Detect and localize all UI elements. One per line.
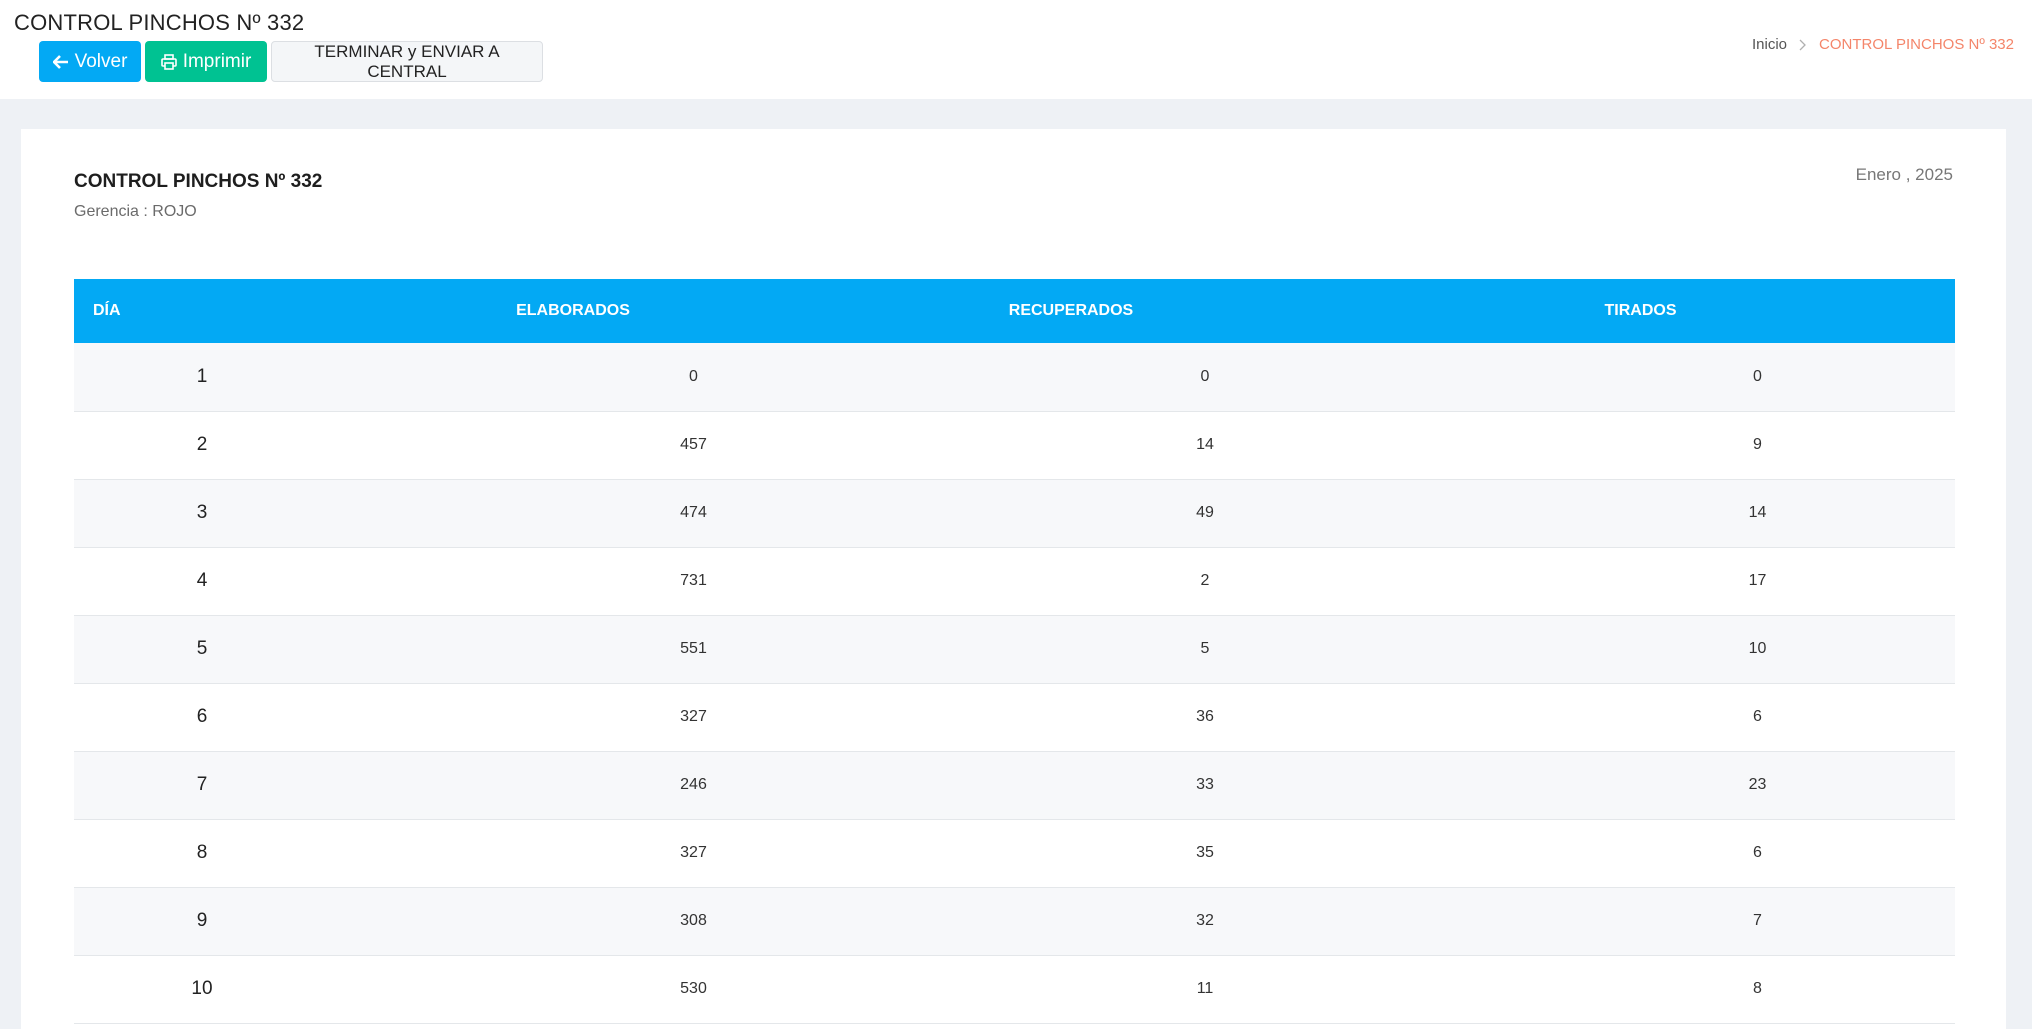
breadcrumb: Inicio CONTROL PINCHOS Nº 332 xyxy=(1752,36,2014,53)
cell-recuperados: 11 xyxy=(816,955,1326,1024)
back-button-label: Volver xyxy=(74,50,128,72)
action-buttons: Volver Imprimir TERMINAR y ENVIAR A CENT… xyxy=(39,41,543,82)
cell-day: 9 xyxy=(74,887,330,956)
cell-tirados: 7 xyxy=(1326,887,1955,956)
cell-day: 4 xyxy=(74,547,330,616)
cell-tirados: 0 xyxy=(1326,343,1955,412)
top-bar: CONTROL PINCHOS Nº 332 Volver Imprimir T… xyxy=(0,0,2032,99)
finish-and-send-button[interactable]: TERMINAR y ENVIAR A CENTRAL xyxy=(271,41,543,82)
cell-elaborados: 0 xyxy=(330,343,816,412)
cell-elaborados: 308 xyxy=(330,887,816,956)
cell-recuperados: 49 xyxy=(816,479,1326,548)
cell-elaborados: 551 xyxy=(330,615,816,684)
arrow-left-icon xyxy=(52,54,69,70)
cell-recuperados: 0 xyxy=(816,343,1326,412)
cell-recuperados: 2 xyxy=(816,547,1326,616)
print-button-label: Imprimir xyxy=(182,50,252,72)
table-row: 8 327 35 6 xyxy=(74,819,1955,888)
chevron-right-icon xyxy=(1799,39,1807,51)
report-subtitle: Gerencia : ROJO xyxy=(74,203,197,220)
table-row: 4 731 2 17 xyxy=(74,547,1955,616)
table-row: 2 457 14 9 xyxy=(74,411,1955,480)
cell-tirados: 8 xyxy=(1326,955,1955,1024)
cell-recuperados: 5 xyxy=(816,615,1326,684)
column-header-recuperados: RECUPERADOS xyxy=(816,279,1326,343)
table-row: 6 327 36 6 xyxy=(74,683,1955,752)
report-table-container: DÍA ELABORADOS RECUPERADOS TIRADOS 1 0 0… xyxy=(74,279,1955,1024)
cell-recuperados: 36 xyxy=(816,683,1326,752)
table-row: 10 530 11 8 xyxy=(74,955,1955,1024)
cell-recuperados: 35 xyxy=(816,819,1326,888)
table-row: 7 246 33 23 xyxy=(74,751,1955,820)
back-button[interactable]: Volver xyxy=(39,41,141,82)
table-body: 1 0 0 0 2 457 14 9 3 474 49 14 4 731 2 1… xyxy=(74,343,1955,1024)
cell-recuperados: 14 xyxy=(816,411,1326,480)
cell-day: 3 xyxy=(74,479,330,548)
cell-day: 10 xyxy=(74,955,330,1024)
breadcrumb-current: CONTROL PINCHOS Nº 332 xyxy=(1819,36,2014,53)
cell-recuperados: 33 xyxy=(816,751,1326,820)
cell-tirados: 10 xyxy=(1326,615,1955,684)
cell-elaborados: 246 xyxy=(330,751,816,820)
cell-day: 1 xyxy=(74,343,330,412)
table-row: 1 0 0 0 xyxy=(74,343,1955,412)
cell-tirados: 6 xyxy=(1326,683,1955,752)
table-row: 5 551 5 10 xyxy=(74,615,1955,684)
cell-tirados: 6 xyxy=(1326,819,1955,888)
table-row: 3 474 49 14 xyxy=(74,479,1955,548)
cell-elaborados: 327 xyxy=(330,819,816,888)
cell-tirados: 23 xyxy=(1326,751,1955,820)
print-button[interactable]: Imprimir xyxy=(145,41,267,82)
cell-elaborados: 731 xyxy=(330,547,816,616)
cell-tirados: 17 xyxy=(1326,547,1955,616)
cell-elaborados: 474 xyxy=(330,479,816,548)
cell-elaborados: 327 xyxy=(330,683,816,752)
cell-tirados: 9 xyxy=(1326,411,1955,480)
report-card: CONTROL PINCHOS Nº 332 Gerencia : ROJO E… xyxy=(21,129,2006,1029)
report-table: DÍA ELABORADOS RECUPERADOS TIRADOS 1 0 0… xyxy=(74,279,1955,1024)
cell-day: 2 xyxy=(74,411,330,480)
report-title: CONTROL PINCHOS Nº 332 xyxy=(74,171,323,192)
column-header-day: DÍA xyxy=(74,279,330,343)
page-title: CONTROL PINCHOS Nº 332 xyxy=(14,10,305,35)
cell-day: 5 xyxy=(74,615,330,684)
column-header-elaborados: ELABORADOS xyxy=(330,279,816,343)
cell-tirados: 14 xyxy=(1326,479,1955,548)
table-header-row: DÍA ELABORADOS RECUPERADOS TIRADOS xyxy=(74,279,1955,343)
cell-day: 6 xyxy=(74,683,330,752)
cell-recuperados: 32 xyxy=(816,887,1326,956)
cell-day: 8 xyxy=(74,819,330,888)
table-row: 9 308 32 7 xyxy=(74,887,1955,956)
cell-elaborados: 457 xyxy=(330,411,816,480)
printer-icon xyxy=(160,53,177,70)
report-date: Enero , 2025 xyxy=(1855,165,1953,184)
column-header-tirados: TIRADOS xyxy=(1326,279,1955,343)
breadcrumb-home-link[interactable]: Inicio xyxy=(1752,36,1787,53)
cell-elaborados: 530 xyxy=(330,955,816,1024)
cell-day: 7 xyxy=(74,751,330,820)
